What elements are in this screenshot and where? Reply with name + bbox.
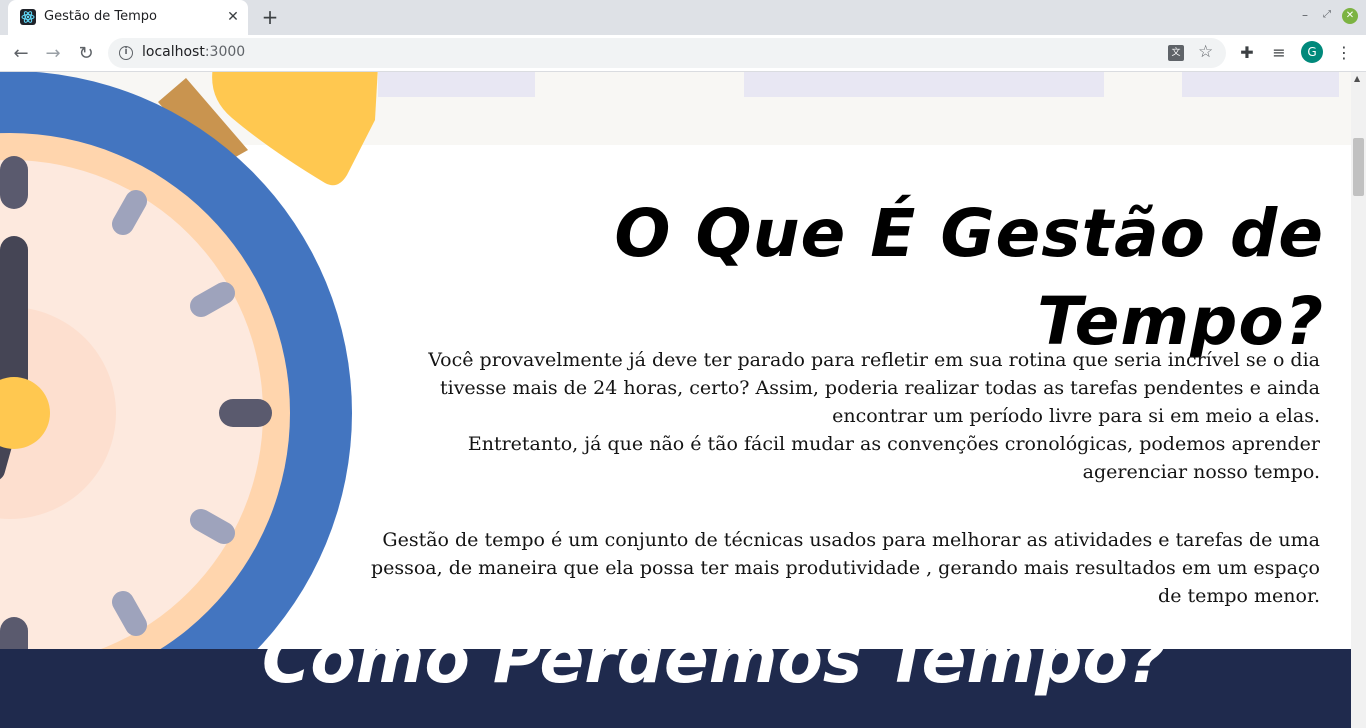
card-bottom-1 <box>378 72 535 97</box>
intro-paragraph: Você provavelmente já deve ter parado pa… <box>370 346 1320 486</box>
definition-paragraph: Gestão de tempo é um conjunto de técnica… <box>370 529 1320 607</box>
browser-toolbar: ← → ↻ i localhost:3000 文 ☆ ✚ ≡ G ⋮ <box>0 35 1366 72</box>
intro-paragraph-part-2: Entretanto, já que não é tão fácil mudar… <box>467 433 1320 483</box>
window-maximize-icon[interactable]: ⤢ <box>1320 8 1334 22</box>
extensions-puzzle-icon[interactable]: ✚ <box>1236 42 1258 64</box>
scroll-up-arrow-icon[interactable]: ▲ <box>1354 74 1360 83</box>
url-text[interactable]: localhost:3000 <box>142 44 245 60</box>
bookmark-star-icon[interactable]: ☆ <box>1198 42 1213 62</box>
url-port: :3000 <box>204 44 246 60</box>
profile-avatar[interactable]: G <box>1301 41 1323 63</box>
next-section-title: Como Perdemos Tempo? <box>262 621 1167 698</box>
section-title: O Que É Gestão de Tempo? <box>614 195 1324 360</box>
tab-close-icon[interactable]: ✕ <box>224 8 242 26</box>
tab-title: Gestão de Tempo <box>44 9 157 24</box>
forward-arrow-icon[interactable]: → <box>40 41 66 67</box>
new-tab-icon[interactable]: + <box>258 6 282 30</box>
translate-icon[interactable]: 文 <box>1168 45 1184 61</box>
card-bottom-2 <box>744 72 1104 97</box>
card-bottom-3 <box>1182 72 1339 97</box>
window-close-icon[interactable]: ✕ <box>1342 8 1358 24</box>
site-info-icon[interactable]: i <box>119 46 133 60</box>
scrollbar-thumb[interactable] <box>1353 138 1364 196</box>
back-arrow-icon[interactable]: ← <box>8 41 34 67</box>
browser-tab[interactable]: Gestão de Tempo ✕ <box>8 0 248 35</box>
react-favicon-icon <box>20 9 36 25</box>
reload-icon[interactable]: ↻ <box>73 41 99 67</box>
page-scrollbar[interactable]: ▲ <box>1351 72 1366 728</box>
media-control-icon[interactable]: ≡ <box>1268 42 1290 64</box>
address-bar[interactable]: i localhost:3000 文 ☆ <box>108 38 1226 68</box>
window-minimize-icon[interactable]: – <box>1298 8 1312 22</box>
tab-strip: Gestão de Tempo ✕ + – ⤢ ✕ <box>0 0 1366 35</box>
browser-menu-icon[interactable]: ⋮ <box>1333 42 1355 64</box>
intro-paragraph-part-1: Você provavelmente já deve ter parado pa… <box>428 349 1320 427</box>
url-host: localhost <box>142 44 205 60</box>
